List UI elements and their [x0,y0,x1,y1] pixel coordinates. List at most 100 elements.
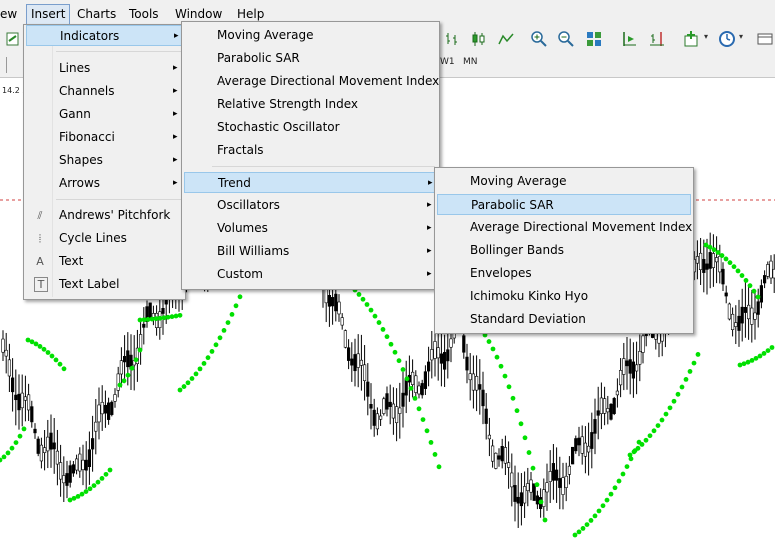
indicators-menu-item-bill-williams[interactable]: Bill Williams ▸ [184,241,437,262]
menu-insert[interactable]: Insert [26,4,71,26]
sar-dot [169,314,175,320]
menu-item-label: Cycle Lines [59,231,127,245]
sar-dot [17,433,23,439]
candle-body [545,482,549,493]
templates-icon[interactable] [756,30,774,48]
trend-menu-item-admi[interactable]: Average Directional Movement Index [437,217,692,238]
menu-charts[interactable]: Charts [73,4,120,24]
candle-body [462,335,466,353]
candle-body [746,304,751,320]
zoom-out-icon[interactable] [557,30,575,48]
indicators-menu: Moving Average Parabolic SAR Average Dir… [181,21,440,290]
candle-body [23,396,28,401]
menu-item-label: Gann [59,107,91,121]
insert-menu-item-shapes[interactable]: Shapes ▸ [26,150,183,171]
timeframe-w1[interactable]: W1 [440,57,455,67]
sar-dot [651,428,657,434]
trend-menu-item-bollinger-bands[interactable]: Bollinger Bands [437,240,691,261]
candle-body [26,394,31,411]
insert-menu-item-channels[interactable]: Channels ▸ [26,81,183,102]
insert-menu-item-text[interactable]: A Text [26,251,183,272]
candle-body [532,483,536,501]
sar-dot [0,457,3,463]
chart-shift-icon[interactable] [620,30,638,48]
indicators-dropdown-icon[interactable]: ▾ [704,32,708,41]
sar-dot [53,357,59,363]
indicators-menu-item-trend[interactable]: Trend ▸ [184,172,437,193]
sar-dot [620,471,626,477]
insert-menu-item-lines[interactable]: Lines ▸ [26,58,183,79]
sar-dot [588,518,594,523]
bar-chart-icon[interactable] [443,30,461,48]
candle-body [46,436,50,452]
indicators-menu-item-parabolic-sar[interactable]: Parabolic SAR [184,48,437,69]
sar-dot [572,532,578,538]
indicators-icon[interactable] [683,30,701,48]
sar-dot [420,417,426,422]
insert-menu-item-gann[interactable]: Gann ▸ [26,104,183,125]
indicators-menu-item-rsi[interactable]: Relative Strength Index [184,94,437,115]
candle-body [695,256,699,264]
trend-menu-item-standard-deviation[interactable]: Standard Deviation [437,309,691,330]
candle-body [516,496,520,504]
candle-body [718,256,722,273]
sar-dot [201,361,207,366]
sar-dot [103,471,109,477]
indicators-menu-item-custom[interactable]: Custom ▸ [184,264,437,285]
timeframe-mn[interactable]: MN [463,57,478,67]
new-chart-icon[interactable] [4,30,22,48]
sar-dot [384,334,390,340]
menu-tools[interactable]: Tools [125,4,163,24]
sar-dot [436,464,442,470]
submenu-arrow-icon: ▸ [173,178,178,188]
indicators-menu-item-moving-average[interactable]: Moving Average [184,25,437,46]
candle-body [548,471,552,482]
sar-dot [576,529,582,535]
trend-menu-item-envelopes[interactable]: Envelopes [437,263,691,284]
candle-body [110,401,114,415]
menu-separator [56,199,181,200]
insert-menu-item-text-label[interactable]: T Text Label [26,274,183,295]
periods-clock-icon[interactable] [718,30,736,48]
sar-dot [57,361,63,367]
candle-body [711,253,715,268]
insert-menu-item-fibonacci[interactable]: Fibonacci ▸ [26,127,183,148]
submenu-arrow-icon: ▸ [427,269,432,279]
indicators-menu-item-admi[interactable]: Average Directional Movement Index [184,71,439,92]
line-chart-icon[interactable] [497,30,515,48]
indicators-menu-item-oscillators[interactable]: Oscillators ▸ [184,195,437,216]
sar-dot [695,352,701,357]
trend-menu-item-ichimoku[interactable]: Ichimoku Kinko Hyo [437,286,691,307]
indicators-menu-item-volumes[interactable]: Volumes ▸ [184,218,437,239]
periods-dropdown-icon[interactable]: ▾ [739,32,743,41]
trend-menu-item-moving-average[interactable]: Moving Average [437,171,691,192]
insert-menu-item-arrows[interactable]: Arrows ▸ [26,173,183,194]
sar-dot [121,378,127,384]
candle-body [743,307,747,313]
zoom-in-icon[interactable] [530,30,548,48]
menu-view[interactable]: ew [0,4,21,24]
menu-item-label: Arrows [59,176,101,190]
candle-body [478,384,482,390]
insert-menu-item-indicators[interactable]: Indicators ▸ [26,25,183,46]
candle-body [65,473,69,486]
autoscroll-icon[interactable] [648,30,666,48]
candle-body [634,364,639,372]
candle-body [52,442,56,450]
sar-dot [627,452,633,458]
indicators-menu-item-stochastic[interactable]: Stochastic Oscillator [184,117,437,138]
candle-body [574,438,578,452]
sar-dot [510,395,516,401]
insert-menu-item-cycle-lines[interactable]: ⦙ Cycle Lines [26,228,183,249]
menu-item-label: Bollinger Bands [470,243,564,257]
sar-dot [655,423,661,428]
tile-windows-icon[interactable] [585,30,603,48]
menu-item-label: Oscillators [217,198,280,212]
sar-dot [45,350,51,355]
trend-menu-item-parabolic-sar[interactable]: Parabolic SAR [437,194,691,215]
menu-item-label: Bill Williams [217,244,290,258]
candle-body [123,356,127,363]
indicators-menu-item-fractals[interactable]: Fractals [184,140,437,161]
candlestick-icon[interactable] [469,30,487,48]
insert-menu-item-andrews-pitchfork[interactable]: ⫽ Andrews' Pitchfork [26,205,183,226]
